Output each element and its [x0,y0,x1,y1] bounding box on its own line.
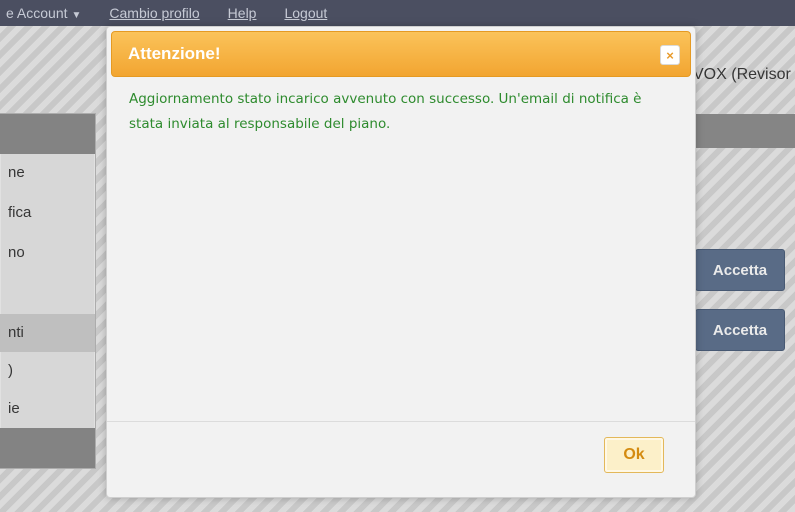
divider [107,421,695,422]
dialog-message: Aggiornamento stato incarico avvenuto co… [129,91,642,132]
dialog-header: Attenzione! × [111,31,691,77]
close-icon[interactable]: × [660,45,680,65]
dialog-title: Attenzione! [128,44,221,63]
ok-button[interactable]: Ok [604,437,664,473]
alert-dialog: Attenzione! × Aggiornamento stato incari… [106,26,696,498]
